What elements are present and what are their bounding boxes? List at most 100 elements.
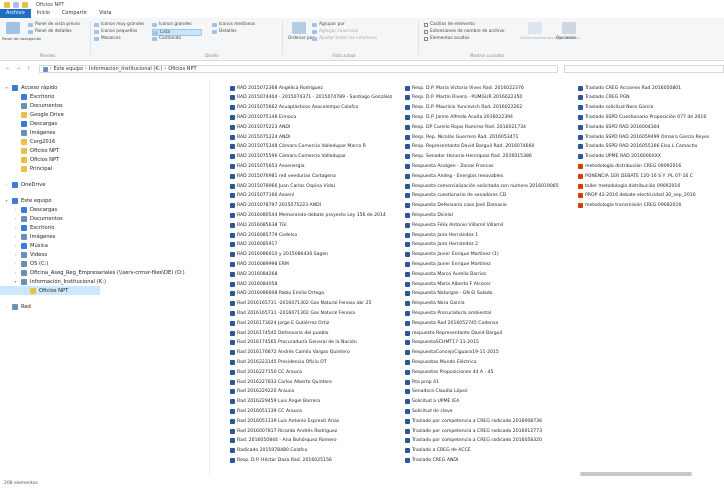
list-item[interactable]: Resp. Representante David Barguil Rad. 2… [405,143,534,151]
list-item[interactable]: RAD 2015075596 Cámara Comercio Valledupa… [230,153,346,161]
tab-compartir[interactable]: Compartir [56,9,93,18]
list-item[interactable]: Rad 2016173024 Jorge E Gutiérrez Ortiz [230,319,329,327]
nav-item[interactable]: › Red [0,302,31,311]
expand-chevron-icon[interactable]: › [4,182,9,187]
item-checkboxes-toggle[interactable]: Casillas de elemento [424,22,475,27]
add-columns-button[interactable]: Agregar columnas [312,29,358,34]
nav-item[interactable]: › Videos [0,250,47,259]
list-item[interactable]: Rad 2016223145 Presidencia Oficio OT [230,358,327,366]
nav-item[interactable]: Documentos [0,101,63,110]
breadcrumb-este-equipo[interactable]: Este equipo [54,66,83,72]
scrollbar-thumb[interactable] [580,472,692,476]
list-item[interactable]: PROP 42-2016 debate electricidad 30_sep_… [578,192,696,200]
list-item[interactable]: Traslado SSPD RAD 2016004304 [578,123,659,131]
list-item[interactable]: taller metodología distribución 09092016 [578,182,680,190]
expand-chevron-icon[interactable]: › [13,234,18,239]
list-item[interactable]: RAD 2015077166 Asoenl [230,192,294,200]
medium-icons-option[interactable]: Iconos medianos [212,22,255,27]
list-item[interactable]: Traslado por competencia a CREG radicado… [405,437,542,445]
list-item[interactable]: Resp. Rep. Nicolás Guerrero Rad. 2016053… [405,133,518,141]
expand-chevron-icon[interactable]: › [13,243,18,248]
list-item[interactable]: RAD 2015075348 Cámara Comercio Valledupa… [230,143,366,151]
list-item[interactable]: Rad 2016174565 Procuraduría General de l… [230,339,357,347]
expand-chevron-icon[interactable]: › [13,261,18,266]
back-arrow-icon[interactable]: ← [6,66,10,72]
list-item[interactable]: Traslado SSPD Cuestionario Proposición 0… [578,113,706,121]
fit-columns-button[interactable]: Ajustar todas las columnas [312,36,377,41]
nav-item[interactable]: › OneDrive [0,180,45,189]
list-item[interactable]: Respuesta Naturgas - GN El Salado [405,290,492,298]
list-item[interactable]: Respuesta María Alberto F Alcocer [405,280,491,288]
tab-vista[interactable]: Vista [93,9,117,18]
list-item[interactable]: Respuesta cuestionario de senadores CD [405,192,506,200]
list-item[interactable]: Respuesta Javier Enrique Martínez (1) [405,251,499,259]
list-item[interactable]: Traslado CREG PGN [578,94,630,102]
list-item[interactable]: Respuesta Dicelal [405,211,453,219]
details-option[interactable]: Detalles [212,29,237,34]
list-item[interactable]: Rad 2016051139 CC Arauca [230,407,302,415]
expand-chevron-icon[interactable]: ▾ [4,85,9,90]
expand-chevron-icon[interactable]: ▾ [13,279,18,284]
list-item[interactable]: Traslado por competencia a CREG radicado… [405,427,542,435]
list-item[interactable]: Respuesta Félix Antonio Villamil Villami… [405,221,503,229]
list-item[interactable]: Traslado UPME RAD 2016000XXX [578,153,661,161]
list-item[interactable]: RAD 2016085917 [230,241,277,249]
list-item[interactable]: Rad 2016007817 Ricardo Andrés Rodríguez [230,427,337,435]
list-item[interactable]: Rad 2016229220 Arauca [230,388,294,396]
expand-chevron-icon[interactable]: › [13,207,18,212]
list-item[interactable]: Resp. D.P. Mauricio Yuncevich Rad. 20160… [405,104,522,112]
address-bar[interactable]: › Este equipo › Información_Instituciona… [38,65,559,73]
navigation-pane-button[interactable]: Panel de navegación [2,36,41,41]
list-item[interactable]: RAD 2015075662 Acuaplásticos Asocolempo … [230,104,358,112]
forward-arrow-icon[interactable]: → [16,66,20,72]
list-item[interactable]: Resp. D.P. Jaime Alfredo Acuña 201602239… [405,113,513,121]
list-item[interactable]: Rad 2016229459 Luis Ángel Barrera [230,398,320,406]
list-item[interactable]: Rad 2016174545 Defensoría del pueblo [230,329,328,337]
list-item[interactable]: RAD 2015078066 Juan Carlos Ospina Vidal [230,182,335,190]
list-item[interactable]: Respuesta Acolgen - Zonas Francas [405,162,493,170]
expand-chevron-icon[interactable]: › [13,252,18,257]
list-item[interactable]: metodología transmisión CREG 09082016 [578,202,681,210]
list-option[interactable]: Lista [152,29,202,36]
hidden-items-toggle[interactable]: Elementos ocultos [424,36,469,41]
list-item[interactable]: Solicitud a UPME IEA [405,398,459,406]
tab-inicio[interactable]: Inicio [31,9,56,18]
horizontal-scrollbar[interactable] [222,472,724,476]
xl-icons-option[interactable]: Iconos muy grandes [94,22,145,27]
list-item[interactable]: Respuesta Rad 2016052745 Codensa [405,319,498,327]
list-item[interactable]: Rad 2016051139 Luis Antonio Esprevit Ari… [230,417,339,425]
nav-item[interactable]: Descargas [0,119,57,128]
properties-icon[interactable] [13,1,19,8]
list-item[interactable]: RAD 2015075148 Ermoca [230,113,296,121]
sort-by-icon[interactable] [292,22,306,34]
list-item[interactable]: Rad. 2016050844 - Ana Bohórquez Romero [230,437,337,445]
list-item[interactable]: RespuestaSCHMT17-11-2015 [405,339,479,347]
expand-chevron-icon[interactable]: › [13,216,18,221]
large-icons-option[interactable]: Iconos grandes [152,22,192,27]
nav-item[interactable]: › Imágenes [0,232,55,241]
file-extensions-toggle[interactable]: Extensiones de nombre de archivo [424,29,505,34]
tiles-option[interactable]: Mosaicos [94,36,121,41]
list-item[interactable]: PONENCIA 1ER DEBATE 120-16 S Y .PL 07-16… [578,172,693,180]
group-by-button[interactable]: Agrupar por [312,22,345,27]
list-item[interactable]: Rad 2016176872 Andrés Camilo Vargas Quin… [230,349,350,357]
list-item[interactable]: RAD 2016080544 Memorando-debate proyecto… [230,211,386,219]
list-item[interactable]: Senadora Claudia López [405,388,467,396]
list-item[interactable]: Respuesta Defensoría caso José Damasio [405,202,507,210]
list-item[interactable]: Respuesta Javier Enrique Martínez [405,260,491,268]
list-item[interactable]: Rad 2016227833 Carlos Alberto Quintero [230,378,332,386]
list-item[interactable]: RAD 2015078797 2015075223 ANDI [230,202,321,210]
list-item[interactable]: metodología distribución CREG 09092016 [578,162,681,170]
list-item[interactable]: Radicado 2015078480 Colafco [230,447,307,455]
nav-item[interactable]: Oficios NPT [0,146,59,155]
list-item[interactable]: Traslado a CREG de ACCE [405,447,471,455]
list-item[interactable]: Resp. Senador Honorio Henríquez Rad. 201… [405,153,532,161]
list-item[interactable]: RAD 2015072368 Angélica Rodríguez [230,84,323,92]
nav-item[interactable]: ▾ Este equipo [0,196,52,205]
expand-chevron-icon[interactable]: ▾ [4,198,9,203]
list-item[interactable]: RAD 2016084268 [230,270,277,278]
details-pane-button[interactable]: Panel de detalles [28,29,72,34]
expand-chevron-icon[interactable]: › [13,225,18,230]
list-item[interactable]: Solicitud de clave [405,407,453,415]
list-item[interactable]: Traslado SSPD RAD 2016055166 Elsa L Cama… [578,143,697,151]
